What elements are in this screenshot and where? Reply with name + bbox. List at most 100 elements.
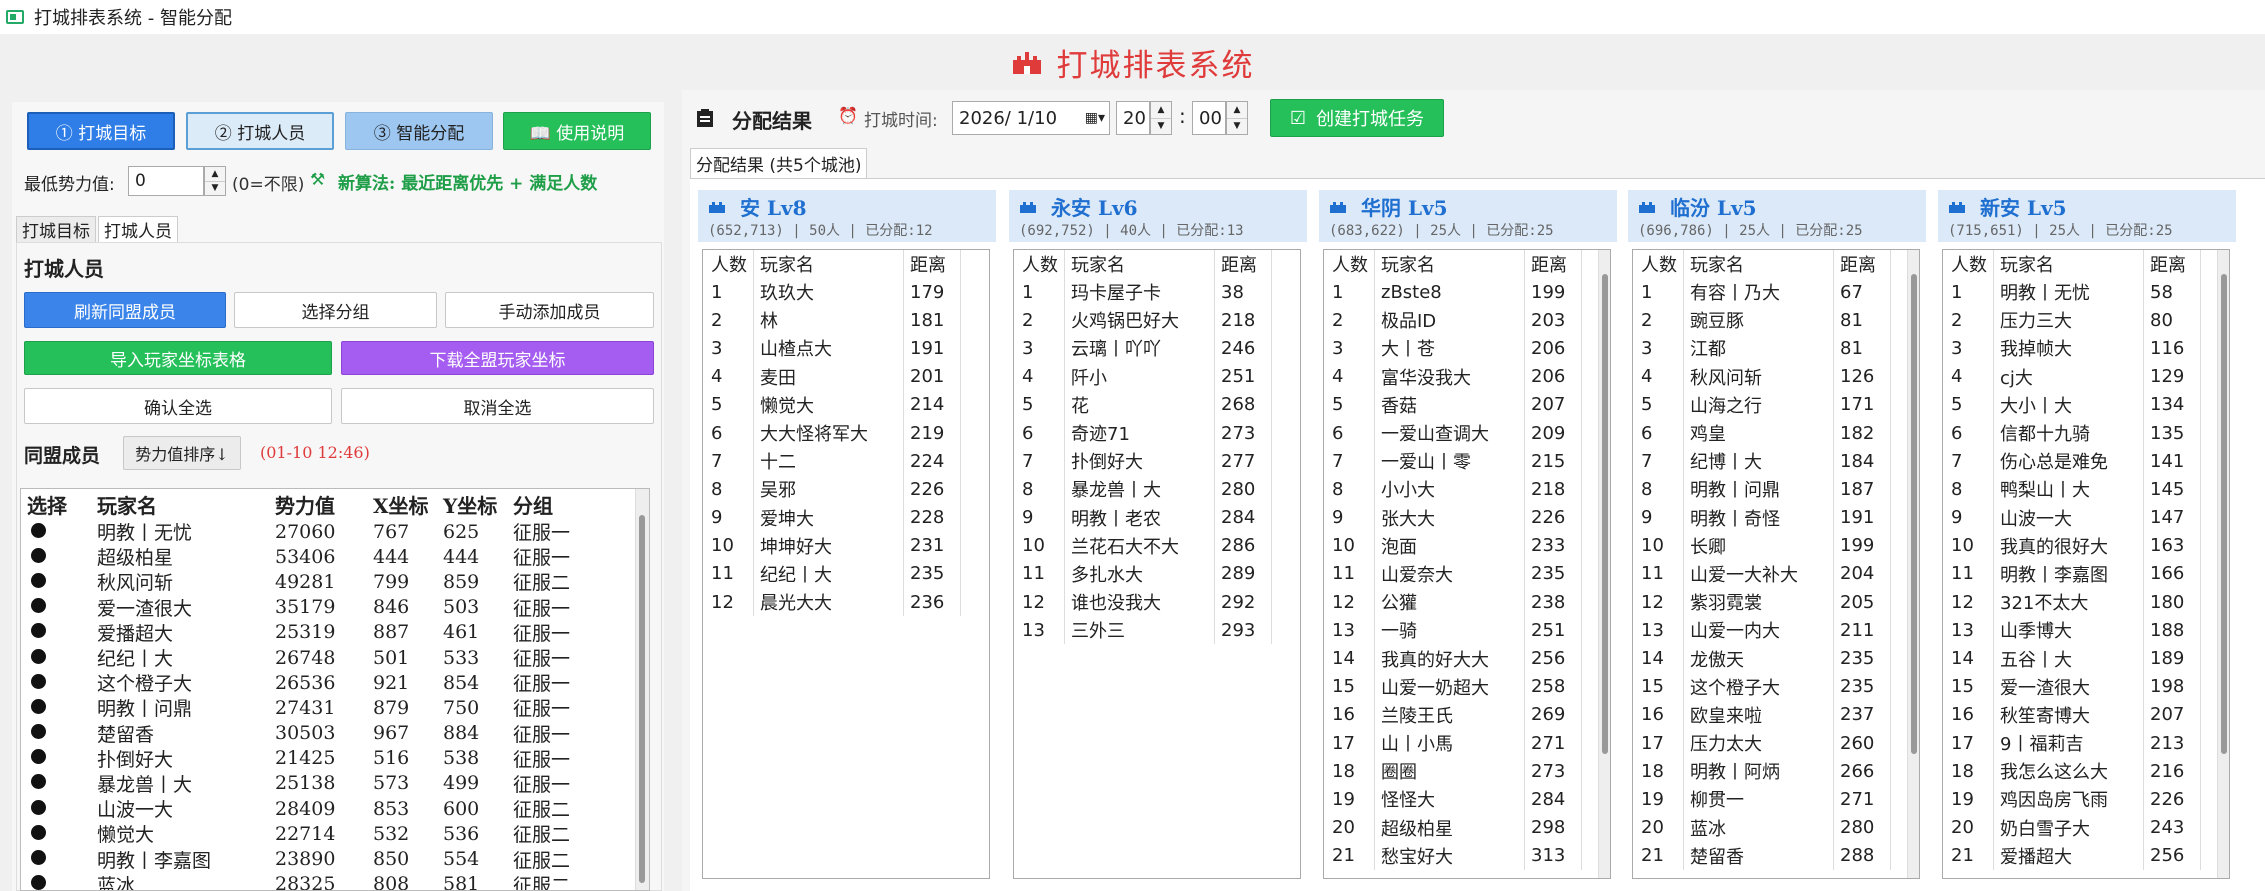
- selected-radio-icon[interactable]: [31, 875, 46, 890]
- down-arrow-icon[interactable]: ▼: [205, 182, 225, 196]
- col-distance[interactable]: 距离: [2143, 250, 2201, 278]
- create-task-button[interactable]: ☑ 创建打城任务: [1270, 99, 1444, 137]
- table-row[interactable]: 18 明教丨阿炳 266: [1633, 757, 1919, 786]
- table-row[interactable]: 5 花 268: [1014, 390, 1300, 419]
- select-cell[interactable]: [21, 647, 91, 669]
- members-scrollbar[interactable]: [635, 489, 649, 890]
- scroll-thumb[interactable]: [1911, 274, 1917, 754]
- selected-radio-icon[interactable]: [31, 623, 46, 639]
- table-row[interactable]: 10 泡面 233: [1324, 531, 1610, 560]
- tab-result[interactable]: 分配结果 (共5个城池): [690, 148, 868, 178]
- table-row[interactable]: 16 秋笙寄博大 207: [1943, 700, 2229, 729]
- minute-stepper[interactable]: ▲ ▼: [1226, 101, 1248, 135]
- table-row[interactable]: 1 有容丨乃大 67: [1633, 278, 1919, 307]
- col-distance[interactable]: 距离: [1524, 250, 1582, 278]
- table-row[interactable]: 4 cj大 129: [1943, 362, 2229, 391]
- table-row[interactable]: 12 公獾 238: [1324, 588, 1610, 617]
- step-assign-button[interactable]: ③ 智能分配: [345, 112, 493, 150]
- refresh-members-button[interactable]: 刷新同盟成员: [24, 292, 226, 328]
- download-coords-button[interactable]: 下载全盟玩家坐标: [341, 341, 654, 375]
- table-row[interactable]: 21 愁宝好大 313: [1324, 841, 1610, 870]
- hour-input[interactable]: 20: [1116, 101, 1150, 135]
- table-row[interactable]: 3 山楂点大 191: [703, 334, 989, 363]
- table-row[interactable]: 17 山丨小馬 271: [1324, 729, 1610, 758]
- table-row[interactable]: 12 谁也没我大 292: [1014, 588, 1300, 617]
- col-name[interactable]: 玩家名: [1993, 250, 2143, 278]
- table-row[interactable]: 17 9丨福莉吉 213: [1943, 729, 2229, 758]
- table-row[interactable]: 2 林 181: [703, 306, 989, 335]
- tab-target[interactable]: 打城目标: [16, 216, 96, 242]
- table-row[interactable]: 3 云璃丨吖吖 246: [1014, 334, 1300, 363]
- table-row[interactable]: 4 麦田 201: [703, 362, 989, 391]
- sort-power-button[interactable]: 势力值排序↓: [123, 436, 241, 470]
- table-row[interactable]: 爱播超大 25319 887 461 征服一: [21, 620, 649, 645]
- col-count[interactable]: 人数: [1943, 251, 1993, 277]
- selected-radio-icon[interactable]: [31, 774, 46, 790]
- cancel-all-button[interactable]: 取消全选: [341, 388, 654, 424]
- table-row[interactable]: 6 一爱山查调大 209: [1324, 418, 1610, 448]
- table-row[interactable]: 10 长卿 199: [1633, 531, 1919, 560]
- select-cell[interactable]: [21, 571, 91, 593]
- col-count[interactable]: 人数: [1633, 251, 1683, 277]
- table-row[interactable]: 2 压力三大 80: [1943, 306, 2229, 335]
- table-row[interactable]: 15 爱一渣很大 198: [1943, 672, 2229, 701]
- table-row[interactable]: 20 奶白雪子大 243: [1943, 813, 2229, 842]
- table-row[interactable]: 5 山海之行 171: [1633, 390, 1919, 419]
- step-target-button[interactable]: ① 打城目标: [27, 112, 175, 150]
- table-row[interactable]: 13 山季博大 188: [1943, 616, 2229, 645]
- table-row[interactable]: 超级柏星 53406 444 444 征服一: [21, 544, 649, 569]
- select-cell[interactable]: [21, 596, 91, 618]
- table-row[interactable]: 13 一骑 251: [1324, 616, 1610, 645]
- selected-radio-icon[interactable]: [31, 572, 46, 588]
- scroll-thumb[interactable]: [1602, 274, 1608, 754]
- table-row[interactable]: 9 张大大 226: [1324, 503, 1610, 532]
- down-arrow-icon[interactable]: ▼: [1151, 119, 1171, 135]
- col-count[interactable]: 人数: [703, 251, 753, 277]
- table-row[interactable]: 楚留香 30503 967 884 征服一: [21, 721, 649, 746]
- table-row[interactable]: 19 怪怪大 284: [1324, 785, 1610, 814]
- table-row[interactable]: 7 十二 224: [703, 447, 989, 476]
- select-cell[interactable]: [21, 798, 91, 820]
- table-row[interactable]: 明教丨李嘉图 23890 850 554 征服二: [21, 846, 649, 872]
- table-row[interactable]: 3 大丨苍 206: [1324, 334, 1610, 363]
- table-row[interactable]: 9 山波一大 147: [1943, 503, 2229, 532]
- table-row[interactable]: 14 五谷丨大 189: [1943, 644, 2229, 673]
- col-count[interactable]: 人数: [1324, 251, 1374, 277]
- table-row[interactable]: 3 我掉帧大 116: [1943, 334, 2229, 363]
- select-group-button[interactable]: 选择分组: [234, 292, 437, 328]
- table-row[interactable]: 4 富华没我大 206: [1324, 362, 1610, 391]
- table-row[interactable]: 3 江都 81: [1633, 334, 1919, 363]
- table-row[interactable]: 秋风问斩 49281 799 859 征服二: [21, 569, 649, 594]
- selected-radio-icon[interactable]: [31, 850, 46, 866]
- select-cell[interactable]: [21, 873, 91, 890]
- table-row[interactable]: 扑倒好大 21425 516 538 征服一: [21, 746, 649, 771]
- col-name[interactable]: 玩家名: [1683, 250, 1833, 278]
- table-row[interactable]: 12 晨光大大 236: [703, 588, 989, 617]
- table-row[interactable]: 14 龙傲天 235: [1633, 644, 1919, 673]
- table-row[interactable]: 11 纪纪丨大 235: [703, 559, 989, 589]
- select-cell[interactable]: [21, 621, 91, 643]
- table-row[interactable]: 8 小小大 218: [1324, 475, 1610, 504]
- selected-radio-icon[interactable]: [31, 648, 46, 664]
- table-row[interactable]: 15 山爱一奶超大 258: [1324, 672, 1610, 701]
- col-power[interactable]: 势力值: [269, 490, 367, 519]
- table-row[interactable]: 7 纪博丨大 184: [1633, 447, 1919, 476]
- table-row[interactable]: 18 我怎么这么大 216: [1943, 757, 2229, 786]
- calendar-icon[interactable]: ▦▾: [1085, 110, 1105, 126]
- table-row[interactable]: 19 鸡因岛房飞雨 226: [1943, 785, 2229, 814]
- col-name[interactable]: 玩家名: [753, 250, 903, 278]
- table-row[interactable]: 2 火鸡锅巴好大 218: [1014, 306, 1300, 335]
- table-row[interactable]: 爱一渣很大 35179 846 503 征服一: [21, 595, 649, 620]
- city-scrollbar[interactable]: [2217, 250, 2229, 878]
- table-row[interactable]: 8 鸭梨山丨大 145: [1943, 475, 2229, 504]
- scroll-thumb[interactable]: [639, 515, 645, 883]
- table-row[interactable]: 10 坤坤好大 231: [703, 531, 989, 560]
- table-row[interactable]: 19 柳贯一 271: [1633, 785, 1919, 814]
- date-picker[interactable]: 2026/ 1/10 ▦▾: [952, 101, 1110, 135]
- table-row[interactable]: 纪纪丨大 26748 501 533 征服一: [21, 645, 649, 670]
- table-row[interactable]: 1 zBste8 199: [1324, 278, 1610, 307]
- table-row[interactable]: 7 一爱山丨零 215: [1324, 447, 1610, 476]
- table-row[interactable]: 明教丨无忧 27060 767 625 征服一: [21, 519, 649, 544]
- table-row[interactable]: 14 我真的好大大 256: [1324, 644, 1610, 673]
- table-row[interactable]: 13 三外三 293: [1014, 616, 1300, 645]
